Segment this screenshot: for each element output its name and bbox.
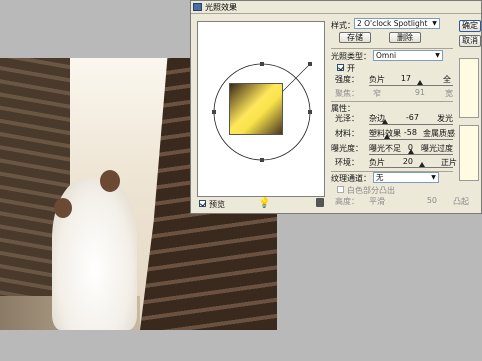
photo-groom-head	[54, 198, 72, 218]
gloss-label: 光泽：	[335, 114, 359, 123]
light-type-label: 光照类型：	[331, 52, 371, 61]
material-slider-thumb[interactable]	[384, 134, 390, 139]
height-left-label: 平滑	[369, 197, 385, 206]
white-high-label: 白色部分凸出	[347, 186, 395, 195]
focus-left-label: 窄	[373, 89, 381, 98]
cancel-button[interactable]: 取消	[459, 35, 481, 47]
light-on-label: 开	[347, 64, 355, 73]
app-icon	[193, 3, 202, 11]
exposure-label: 曝光度：	[331, 144, 363, 153]
light-handle-left	[212, 110, 216, 114]
exposure-slider-thumb[interactable]	[408, 149, 414, 154]
trash-icon[interactable]	[316, 198, 324, 207]
light-on-checkbox[interactable]	[337, 64, 344, 71]
exposure-right-label: 曝光过度	[421, 144, 453, 153]
material-label: 材料：	[335, 129, 359, 138]
preview-thumbnail	[229, 83, 283, 135]
intensity-slider-thumb[interactable]	[417, 80, 423, 85]
exposure-slider[interactable]	[369, 154, 453, 155]
intensity-left-label: 负片	[369, 75, 385, 84]
style-select-value: 2 O'clock Spotlight	[357, 19, 428, 28]
gloss-value: -67	[405, 113, 419, 122]
dialog-titlebar[interactable]: 光照效果	[191, 1, 481, 14]
intensity-value: 17	[400, 74, 411, 83]
preview-checkbox[interactable]	[199, 200, 206, 207]
ambience-slider-thumb[interactable]	[419, 162, 425, 167]
focus-value: 91	[414, 88, 425, 97]
light-handle-right	[308, 110, 312, 114]
gloss-right-label: 发光	[437, 114, 453, 123]
material-slider[interactable]	[369, 139, 453, 140]
intensity-label: 强度：	[335, 75, 359, 84]
texture-channel-select[interactable]: 无 ▼	[373, 172, 439, 183]
preview-label: 预览	[209, 200, 225, 209]
photo-bride-head	[100, 170, 120, 192]
dialog-title: 光照效果	[205, 3, 237, 12]
gloss-slider-thumb[interactable]	[382, 119, 388, 124]
style-select[interactable]: 2 O'clock Spotlight ▼	[354, 18, 440, 29]
height-label: 高度：	[335, 197, 359, 206]
ambience-value: 20	[402, 157, 413, 166]
material-value: -58	[403, 128, 417, 137]
focus-label: 聚焦：	[335, 89, 359, 98]
light-handle-top	[260, 62, 264, 66]
intensity-right-label: 全	[443, 75, 451, 84]
preview-panel[interactable]	[197, 21, 325, 197]
ambience-slider[interactable]	[369, 167, 453, 168]
ok-button[interactable]: 确定	[459, 20, 481, 32]
separator	[331, 101, 453, 102]
lightbulb-icon[interactable]: 💡	[258, 198, 270, 209]
texture-label: 纹理通道：	[331, 174, 371, 183]
focus-right-label: 宽	[445, 89, 453, 98]
light-color-swatch[interactable]	[459, 58, 479, 118]
height-value: 50	[426, 196, 437, 205]
intensity-slider[interactable]	[369, 85, 453, 86]
height-right-label: 凸起	[453, 197, 469, 206]
light-type-value: Omni	[376, 51, 397, 60]
white-high-checkbox[interactable]	[337, 186, 344, 193]
material-right-label: 金属质感	[423, 129, 455, 138]
light-handle-bottom	[260, 158, 264, 162]
gloss-slider[interactable]	[369, 124, 453, 125]
chevron-down-icon: ▼	[435, 52, 440, 59]
delete-style-button[interactable]: 删除	[389, 32, 421, 43]
chevron-down-icon: ▼	[431, 174, 436, 181]
light-handle-corner	[308, 62, 312, 66]
texture-channel-value: 无	[376, 173, 384, 182]
ambient-color-swatch[interactable]	[459, 125, 479, 181]
chevron-down-icon: ▼	[432, 20, 437, 27]
style-label: 样式：	[331, 21, 355, 30]
save-style-button[interactable]: 存储	[339, 32, 371, 43]
ambience-label: 环境：	[335, 158, 359, 167]
separator	[331, 48, 453, 49]
light-type-select[interactable]: Omni ▼	[373, 50, 443, 61]
lighting-effects-dialog: 光照效果 预览 💡 样式： 2 O'clock Spotlight ▼ 存储 删…	[190, 0, 482, 214]
